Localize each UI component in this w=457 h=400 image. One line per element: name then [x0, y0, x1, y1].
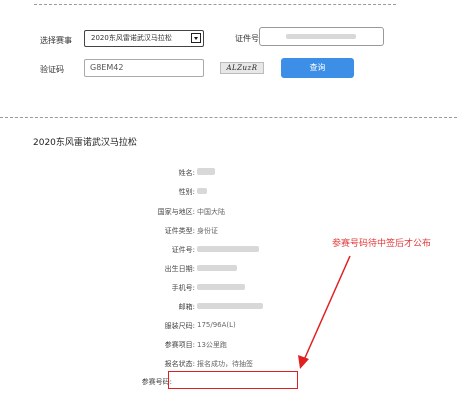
annotation-arrow-icon: [298, 255, 351, 369]
